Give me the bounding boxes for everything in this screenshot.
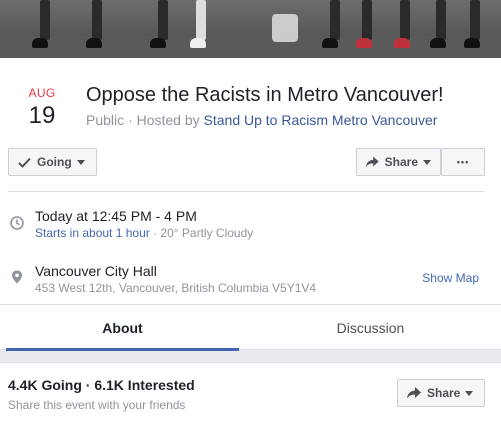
share-event-button[interactable]: Share <box>397 379 485 407</box>
share-arrow-icon <box>366 156 379 167</box>
cover-figure <box>436 0 446 40</box>
cover-figure <box>158 0 168 40</box>
cover-figure <box>356 38 372 48</box>
weather-label: · 20° Partly Cloudy <box>149 226 254 240</box>
map-pin-icon <box>12 270 22 284</box>
location-name[interactable]: Vancouver City Hall <box>35 263 157 279</box>
cover-figure <box>362 0 372 40</box>
chevron-down-icon <box>76 159 85 165</box>
going-interested-counts[interactable]: 4.4K Going · 6.1K Interested <box>8 377 195 393</box>
host-link[interactable]: Stand Up to Racism Metro Vancouver <box>204 112 438 128</box>
privacy-label: Public <box>86 112 125 128</box>
event-time: Today at 12:45 PM - 4 PM <box>35 208 197 224</box>
event-title: Oppose the Racists in Metro Vancouver! <box>86 84 444 106</box>
cover-figure <box>272 14 298 42</box>
show-map-link[interactable]: Show Map <box>422 271 479 285</box>
event-month: AUG <box>28 86 56 100</box>
event-date: AUG 19 <box>24 86 60 130</box>
chevron-down-icon <box>465 390 474 396</box>
event-time-details: Starts in about 1 hour · 20° Partly Clou… <box>35 226 253 240</box>
clock-icon <box>10 216 24 230</box>
event-day: 19 <box>28 102 56 129</box>
going-label: Going <box>37 155 72 169</box>
cover-figure <box>92 0 102 40</box>
location-address: 453 West 12th, Vancouver, British Columb… <box>35 281 317 295</box>
divider <box>8 191 485 192</box>
cover-figure <box>322 38 338 48</box>
more-options-button[interactable]: ••• <box>441 148 485 176</box>
tab-about[interactable]: About <box>6 305 239 351</box>
checkmark-icon <box>18 157 31 168</box>
cover-figure <box>470 0 480 40</box>
cover-figure <box>196 0 206 40</box>
share-label: Share <box>427 386 461 400</box>
more-dots-icon: ••• <box>456 157 470 167</box>
cover-figure <box>464 38 480 48</box>
share-button[interactable]: Share <box>356 148 441 176</box>
event-tabs: About Discussion <box>0 304 501 351</box>
share-arrow-icon <box>407 387 421 399</box>
chevron-down-icon <box>423 159 431 165</box>
cover-figure <box>86 38 102 48</box>
tab-discussion[interactable]: Discussion <box>254 305 487 350</box>
starts-in-label[interactable]: Starts in about 1 hour <box>35 226 150 240</box>
cover-figure <box>330 0 340 40</box>
cover-figure <box>150 38 166 48</box>
share-invite-text: Share this event with your friends <box>8 398 186 412</box>
event-header-card: AUG 19 Oppose the Racists in Metro Vanco… <box>0 58 501 351</box>
cover-figure <box>190 38 206 48</box>
cover-figure <box>394 38 410 48</box>
cover-figure <box>32 38 48 48</box>
cover-figure <box>430 38 446 48</box>
cover-photo[interactable] <box>0 0 501 58</box>
cover-figure <box>40 0 50 40</box>
cover-figure <box>400 0 410 40</box>
event-subtitle: Public · Hosted by Stand Up to Racism Me… <box>86 112 437 128</box>
cover-floor <box>0 36 501 58</box>
event-stats-card: 4.4K Going · 6.1K Interested Share this … <box>0 362 501 422</box>
going-button[interactable]: Going <box>8 148 97 176</box>
hosted-by-label: · Hosted by <box>124 112 204 128</box>
share-label: Share <box>384 155 418 169</box>
